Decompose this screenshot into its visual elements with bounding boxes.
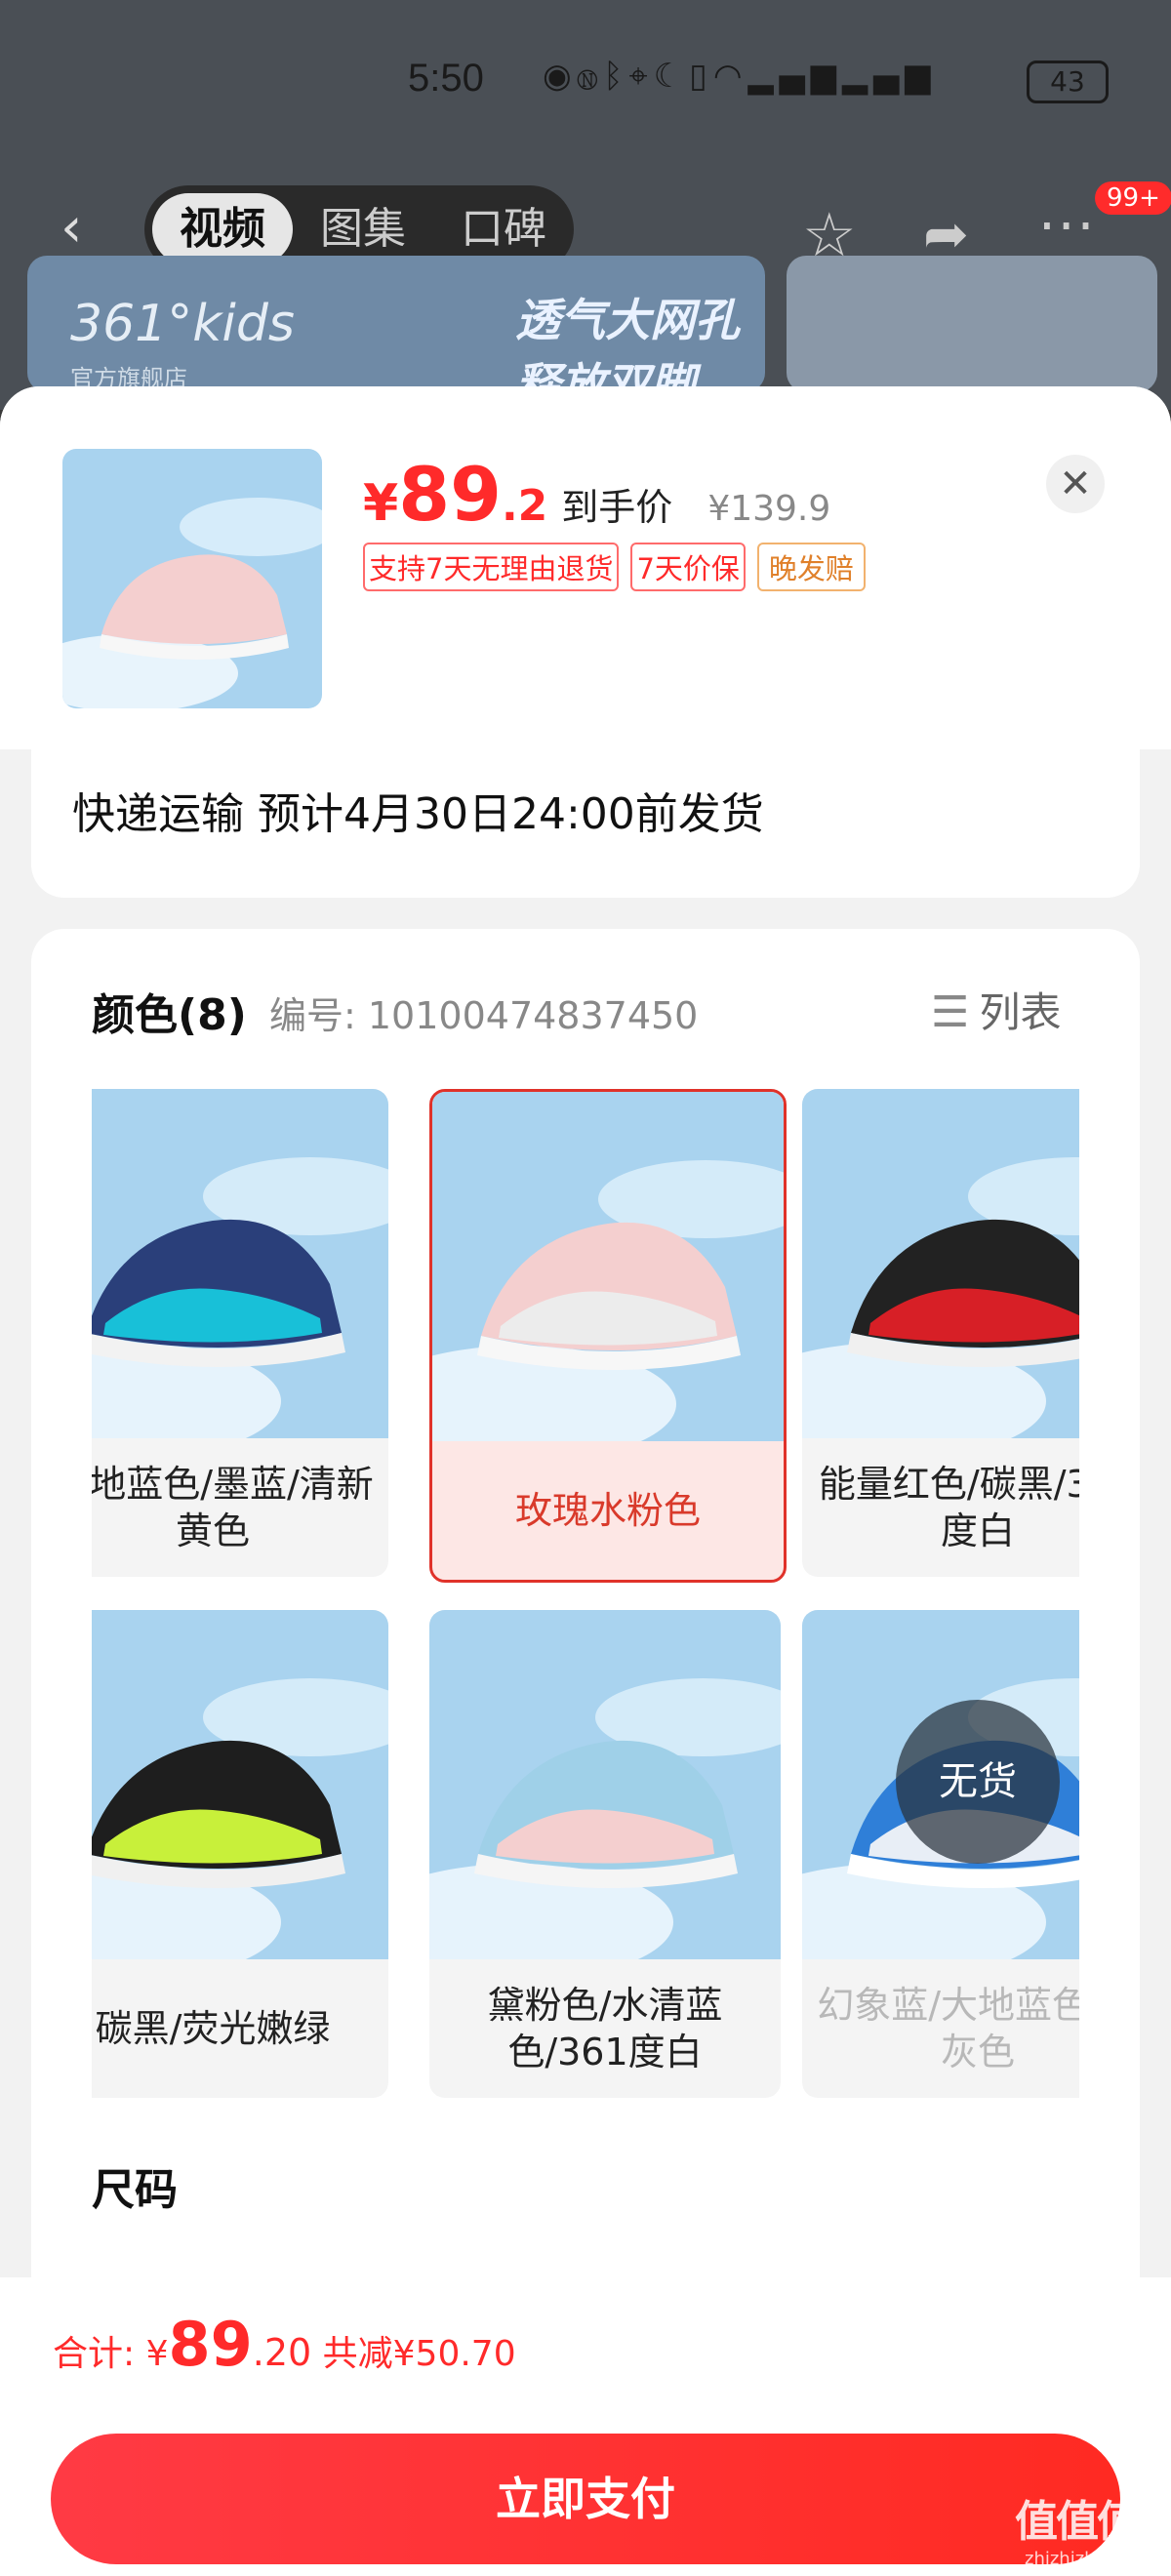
product-page-background: 5:50 ◉Ⓝᛒ⌖☾▯◠▂▄▆▂▄▆ 43 ‹ 视频 图集 口碑 ☆ ➦ ···… — [0, 0, 1171, 410]
original-price: ¥139.9 — [707, 489, 831, 529]
currency-symbol: ¥ — [363, 474, 399, 533]
price-row: ¥89.2 到手价 ¥139.9 — [363, 451, 830, 539]
color-option-card: 无货幻象蓝/大地蓝色/欧灰色 — [802, 1610, 1079, 2098]
back-arrow-icon[interactable]: ‹ — [61, 199, 82, 258]
vibrate-icon: ▯ — [689, 57, 713, 96]
color-section: 颜色(8) 编号: 10100474837450 ☰列表 大地蓝色/墨蓝/清新黄… — [31, 929, 1140, 2393]
pay-now-button[interactable]: 立即支付 — [51, 2434, 1120, 2564]
tab-reviews[interactable]: 口碑 — [437, 193, 570, 265]
color-option-label: 能量红色/碳黑/361度白 — [818, 1463, 1079, 1552]
color-title: 颜色(8) — [92, 990, 247, 1040]
promo-banner: 361°kids 官方旗舰店 透气大网孔 释放双脚 — [27, 256, 765, 392]
price-integer: 89 — [398, 451, 502, 538]
color-option-card[interactable]: 黛粉色/水清蓝色/361度白 — [429, 1610, 781, 2098]
list-icon: ☰ — [931, 987, 970, 1037]
battery-icon: 43 — [1027, 60, 1109, 103]
more-icon[interactable]: ··· — [1038, 195, 1096, 259]
tab-gallery[interactable]: 图集 — [297, 193, 429, 265]
color-option-card[interactable]: 玫瑰水粉色 — [429, 1089, 787, 1583]
tag-return: 支持7天无理由退货 — [363, 543, 620, 591]
status-icons: ◉Ⓝᛒ⌖☾▯◠▂▄▆▂▄▆ — [543, 57, 936, 96]
total-price: 合计: ¥89.20 共减¥50.70 — [53, 2309, 516, 2380]
wifi-icon: ◠ — [712, 57, 748, 96]
color-option-label: 碳黑/荧光嫩绿 — [95, 2007, 331, 2050]
tag-late-compensation: 晚发赔 — [756, 543, 866, 591]
checkout-bar: 合计: ¥89.20 共减¥50.70 立即支付 — [0, 2277, 1171, 2576]
product-code: 编号: 10100474837450 — [269, 994, 699, 1037]
status-bar: 5:50 ◉Ⓝᛒ⌖☾▯◠▂▄▆▂▄▆ 43 — [0, 0, 1171, 166]
close-icon: ✕ — [1059, 462, 1092, 506]
moon-icon: ☾ — [653, 57, 690, 96]
4g-signal-icon: ▂▄▆ — [841, 57, 937, 96]
nfc-icon: Ⓝ — [577, 57, 604, 96]
location-icon: ⌖ — [628, 57, 654, 96]
color-option-image — [802, 1089, 1079, 1438]
sheet-header: ¥89.2 到手价 ¥139.9 ✕ 支持7天无理由退货 7天价保 晚发赔 — [0, 386, 1171, 749]
sku-selector-sheet: ¥89.2 到手价 ¥139.9 ✕ 支持7天无理由退货 7天价保 晚发赔 快递运输 预… — [0, 386, 1171, 2576]
out-of-stock-badge: 无货 — [896, 1700, 1060, 1864]
color-option-image — [92, 1089, 388, 1438]
color-option-label: 黛粉色/水清蓝色/361度白 — [487, 1984, 723, 2073]
list-label: 列表 — [979, 988, 1062, 1036]
total-decimal: .20 — [252, 2331, 312, 2374]
color-option-image — [92, 1610, 388, 1959]
color-grid: 大地蓝色/墨蓝/清新黄色 玫瑰水粉色 能量红色/碳黑/361度白碳黑/荧光嫩绿 黛粉色… — [92, 1089, 1079, 2123]
watermark-logo: 值值值 — [1015, 2497, 1140, 2547]
tag-price-protect: 7天价保 — [630, 543, 746, 591]
status-time: 5:50 — [408, 57, 484, 100]
color-option-card[interactable]: 大地蓝色/墨蓝/清新黄色 — [92, 1089, 388, 1577]
shipping-text: 快递运输 预计4月30日24:00前发货 — [72, 789, 764, 839]
brand-logo: 361°kids — [70, 295, 295, 353]
color-option-label: 幻象蓝/大地蓝色/欧灰色 — [817, 1984, 1079, 2073]
notification-badge: 99+ — [1095, 181, 1171, 215]
list-view-toggle[interactable]: ☰ 列表 — [931, 980, 1061, 1039]
color-option-image — [429, 1610, 781, 1959]
tab-video[interactable]: 视频 — [152, 193, 293, 265]
discount-text: 共减¥50.70 — [311, 2334, 516, 2374]
price-decimal: .2 — [501, 481, 548, 531]
banner-slogan: 透气大网孔 释放双脚 — [515, 294, 740, 392]
promo-banner-secondary — [787, 256, 1157, 392]
color-option-label: 玫瑰水粉色 — [514, 1489, 701, 1532]
5g-signal-icon: ▂▄▆ — [747, 57, 842, 96]
color-option-card[interactable]: 能量红色/碳黑/361度白 — [802, 1089, 1079, 1577]
size-title: 尺码 — [92, 2165, 178, 2215]
color-option-label: 大地蓝色/墨蓝/清新黄色 — [92, 1463, 374, 1552]
price-label: 到手价 — [561, 486, 673, 529]
close-button[interactable]: ✕ — [1046, 455, 1105, 513]
color-option-image — [432, 1092, 784, 1441]
shipping-card: 快递运输 预计4月30日24:00前发货 — [31, 749, 1140, 898]
total-integer: 89 — [168, 2309, 253, 2380]
total-label: 合计: ¥ — [53, 2334, 169, 2374]
bluetooth-icon: ᛒ — [603, 57, 629, 96]
watermark-url: zhizhizhi.com — [1025, 2549, 1144, 2569]
eye-icon: ◉ — [543, 57, 578, 96]
service-tags: 支持7天无理由退货 7天价保 晚发赔 — [363, 543, 877, 591]
color-option-card[interactable]: 碳黑/荧光嫩绿 — [92, 1610, 388, 2098]
product-thumbnail — [62, 449, 322, 708]
